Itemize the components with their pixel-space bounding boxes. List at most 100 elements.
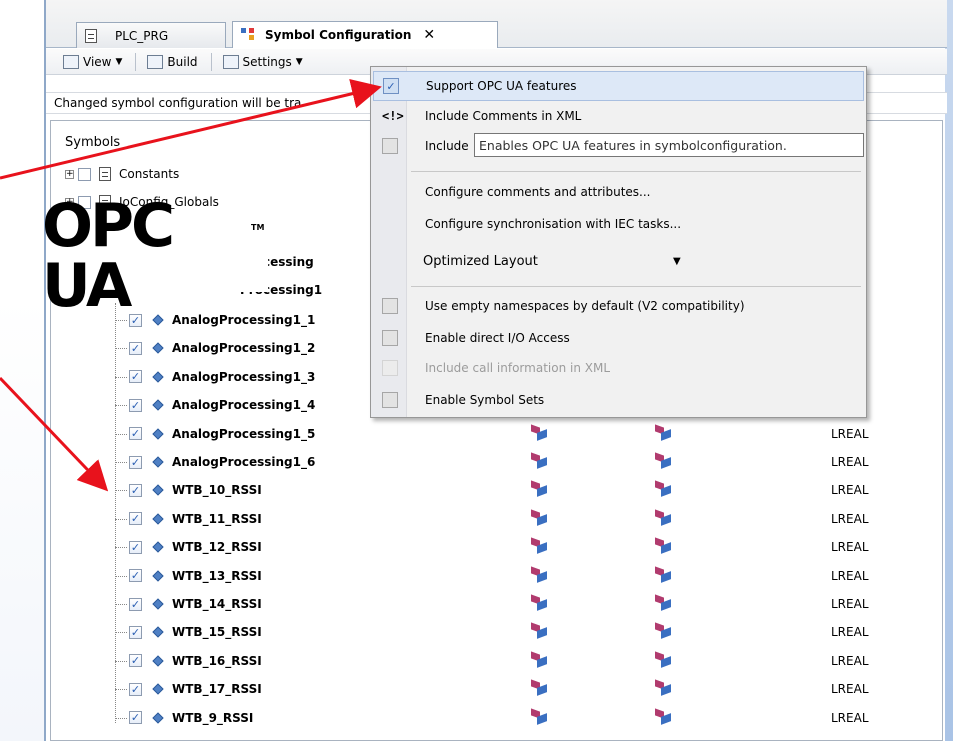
document-icon [99, 167, 111, 181]
symbol-name: WTB_14_RSSI [172, 597, 262, 611]
symbol-type: LREAL [831, 540, 869, 555]
checkbox-checked[interactable]: ✓ [129, 483, 142, 497]
table-row[interactable]: ✓ AnalogProcessing1_5 [129, 421, 315, 447]
table-row[interactable]: ✓ WTB_9_RSSI [129, 705, 253, 731]
access-rights-icon[interactable] [655, 565, 673, 583]
checkbox[interactable] [382, 392, 398, 408]
access-rights-icon[interactable] [531, 707, 549, 725]
checkbox-checked[interactable]: ✓ [129, 455, 142, 469]
checkbox[interactable] [78, 167, 91, 181]
checkbox[interactable] [382, 138, 398, 154]
settings-dropdown-menu: ✓ Support OPC UA features <!> Include Co… [370, 66, 867, 418]
checkbox-checked[interactable]: ✓ [129, 398, 142, 412]
menu-item-direct-io[interactable]: Enable direct I/O Access [373, 323, 864, 353]
table-row[interactable]: ✓ AnalogProcessing1_4 [129, 392, 315, 418]
menu-item-label: Enable Symbol Sets [425, 393, 545, 407]
access-rights-icon[interactable] [531, 509, 549, 526]
menu-item-symbol-sets[interactable]: Enable Symbol Sets [373, 385, 864, 415]
access-rights-icon[interactable] [531, 679, 549, 697]
menu-item-label: Configure comments and attributes... [425, 185, 651, 199]
menu-item-include-comments[interactable]: <!> Include Comments in XML [373, 101, 864, 131]
view-button[interactable]: View ▼ [60, 53, 125, 71]
chevron-down-icon: ▼ [295, 56, 303, 67]
checkbox-checked[interactable]: ✓ [129, 370, 142, 384]
access-rights-icon[interactable] [531, 480, 549, 498]
tree-connector [115, 632, 127, 634]
menu-item-configure-sync[interactable]: Configure synchronisation with IEC tasks… [373, 209, 864, 239]
access-rights-icon[interactable] [531, 423, 549, 441]
access-rights-icon[interactable] [655, 480, 673, 498]
menu-item-support-opc-ua[interactable]: ✓ Support OPC UA features [373, 71, 864, 101]
access-rights-icon[interactable] [531, 651, 549, 668]
tree-connector [115, 462, 127, 463]
symbol-type: LREAL [831, 426, 869, 441]
tree-item-constants[interactable]: + Constants [65, 161, 179, 187]
toolbar-separator [135, 52, 137, 71]
access-rights-icon[interactable] [655, 679, 673, 697]
checkbox-checked[interactable]: ✓ [129, 625, 142, 639]
menu-item-label: Include call information in XML [425, 361, 611, 375]
access-rights-icon[interactable] [655, 622, 673, 640]
access-rights-icon[interactable] [655, 509, 673, 526]
checkbox-checked[interactable]: ✓ [129, 569, 142, 583]
checkbox-checked[interactable]: ✓ [383, 78, 399, 94]
access-rights-icon[interactable] [531, 594, 549, 611]
tab-plc-prg[interactable]: PLC_PRG [76, 22, 226, 48]
checkbox-checked[interactable]: ✓ [129, 682, 142, 696]
symbol-name: WTB_12_RSSI [172, 540, 262, 555]
checkbox-checked[interactable]: ✓ [129, 711, 142, 725]
access-rights-icon[interactable] [655, 423, 673, 441]
layout-select[interactable]: Optimized Layout ▼ [411, 243, 701, 279]
variable-icon [152, 655, 164, 667]
access-rights-icon[interactable] [655, 594, 673, 611]
symbol-type: LREAL [831, 682, 869, 697]
access-rights-icon[interactable] [531, 452, 549, 469]
table-row[interactable]: ✓ WTB_16_RSSI [129, 648, 262, 674]
checkbox-checked[interactable]: ✓ [129, 512, 142, 526]
checkbox-checked[interactable]: ✓ [129, 540, 142, 554]
menu-item-label: Include Comments in XML [425, 109, 582, 123]
settings-button[interactable]: Settings ▼ [220, 53, 306, 71]
chevron-down-icon[interactable]: ▼ [673, 256, 681, 267]
tree-item-label: Constants [119, 167, 180, 181]
access-rights-icon[interactable] [531, 622, 549, 640]
checkbox[interactable] [382, 330, 398, 346]
checkbox-checked[interactable]: ✓ [129, 597, 142, 611]
table-row[interactable]: ✓ AnalogProcessing1_3 [129, 364, 315, 390]
tree-connector [115, 604, 127, 605]
checkbox-checked[interactable]: ✓ [129, 341, 142, 355]
table-row[interactable]: ✓ WTB_12_RSSI [129, 534, 262, 560]
tree-connector [115, 490, 127, 492]
table-row[interactable]: ✓ WTB_13_RSSI [129, 563, 262, 589]
table-row[interactable]: ✓ WTB_15_RSSI [129, 619, 262, 645]
checkbox-checked[interactable]: ✓ [129, 427, 142, 441]
tab-symbol-configuration[interactable]: Symbol Configuration ✕ [232, 21, 498, 48]
access-rights-icon[interactable] [655, 537, 673, 555]
access-rights-icon[interactable] [655, 452, 673, 469]
variable-icon [152, 626, 164, 639]
variable-icon [152, 683, 164, 695]
layout-select-value: Optimized Layout [423, 253, 538, 269]
table-row[interactable]: ✓ AnalogProcessing1_2 [129, 335, 315, 361]
access-rights-icon[interactable] [655, 651, 673, 668]
table-row[interactable]: ✓ WTB_17_RSSI [129, 676, 262, 702]
checkbox-checked[interactable]: ✓ [129, 654, 142, 668]
trademark-mark: TM [251, 223, 265, 232]
build-button[interactable]: Build [144, 53, 200, 71]
expand-icon[interactable]: + [65, 169, 74, 179]
access-rights-icon[interactable] [531, 565, 549, 583]
menu-item-empty-namespaces[interactable]: Use empty namespaces by default (V2 comp… [373, 291, 864, 321]
close-icon[interactable]: ✕ [423, 27, 435, 43]
variable-icon [152, 456, 164, 468]
table-row[interactable]: ✓ AnalogProcessing1_6 [129, 449, 315, 475]
checkbox-disabled [382, 360, 398, 376]
variable-icon [152, 711, 164, 724]
access-rights-icon[interactable] [531, 537, 549, 555]
symbol-type: LREAL [831, 483, 869, 498]
checkbox[interactable] [382, 298, 398, 314]
access-rights-icon[interactable] [655, 707, 673, 725]
table-row[interactable]: ✓ WTB_10_RSSI [129, 477, 262, 503]
table-row[interactable]: ✓ WTB_14_RSSI [129, 591, 262, 617]
table-row[interactable]: ✓ WTB_11_RSSI [129, 506, 262, 532]
menu-item-configure-comments[interactable]: Configure comments and attributes... [373, 177, 864, 207]
